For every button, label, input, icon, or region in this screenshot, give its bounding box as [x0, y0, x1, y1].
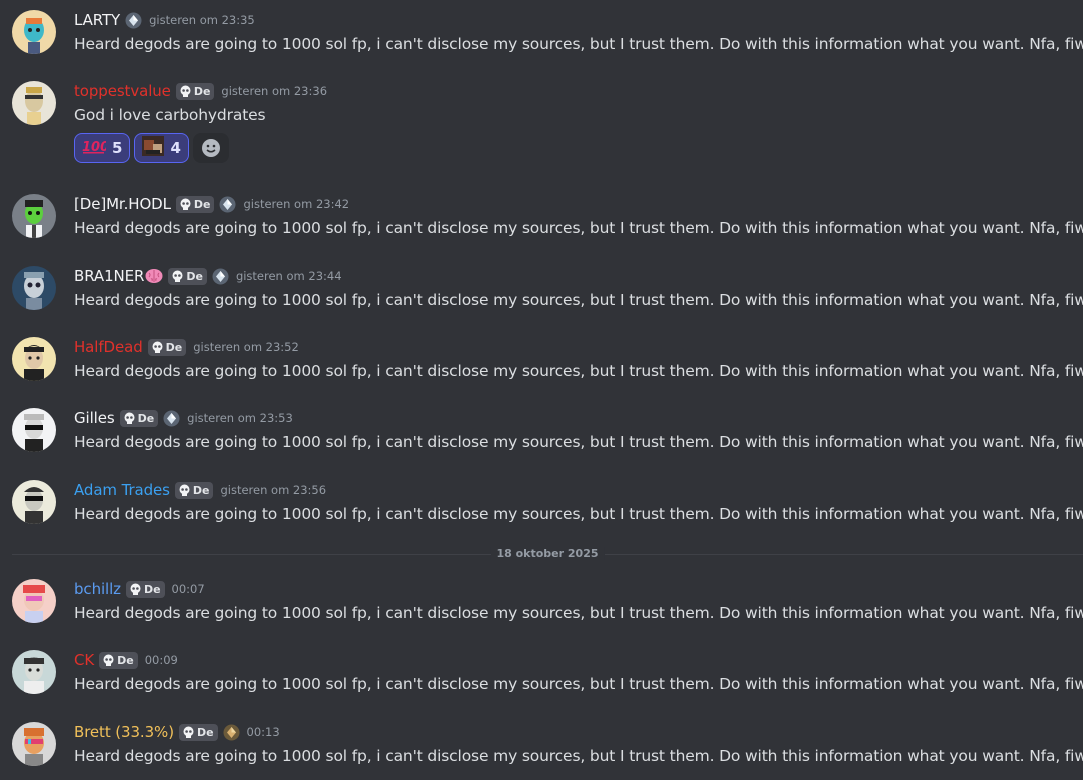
smiley-icon — [201, 139, 220, 157]
message-content: Heard degods are going to 1000 sol fp, i… — [74, 219, 1083, 237]
avatar[interactable] — [12, 337, 56, 381]
message-content: Heard degods are going to 1000 sol fp, i… — [74, 747, 1083, 765]
message-content: Heard degods are going to 1000 sol fp, i… — [74, 291, 1083, 309]
username[interactable]: Adam Trades — [74, 480, 170, 500]
username[interactable]: LARTY — [74, 10, 120, 30]
server-tag[interactable]: De — [178, 723, 218, 741]
skull-icon — [172, 270, 183, 282]
tag-label: De — [193, 84, 211, 98]
avatar[interactable] — [12, 10, 56, 54]
skull-icon — [130, 583, 141, 595]
message-content: God i love carbohydrates — [74, 106, 266, 124]
username[interactable]: bchillz — [74, 579, 121, 599]
message-content: Heard degods are going to 1000 sol fp, i… — [74, 505, 1083, 523]
timestamp[interactable]: 00:07 — [172, 582, 205, 596]
timestamp[interactable]: 00:09 — [145, 653, 178, 667]
avatar[interactable] — [12, 194, 56, 238]
skull-icon — [152, 341, 163, 353]
timestamp[interactable]: gisteren om 23:44 — [236, 269, 342, 283]
message-content: Heard degods are going to 1000 sol fp, i… — [74, 604, 1083, 622]
avatar[interactable] — [12, 266, 56, 310]
server-tag[interactable]: De — [119, 409, 159, 427]
username[interactable]: HalfDead — [74, 337, 143, 357]
custom-image-icon — [142, 136, 165, 160]
timestamp[interactable]: gisteren om 23:35 — [149, 13, 255, 27]
message-content: Heard degods are going to 1000 sol fp, i… — [74, 35, 1083, 53]
reactions-bar: 100 5 4 — [74, 133, 229, 163]
date-divider-label: 18 oktober 2025 — [490, 547, 605, 560]
timestamp[interactable]: gisteren om 23:42 — [243, 197, 349, 211]
message-content: Heard degods are going to 1000 sol fp, i… — [74, 675, 1083, 693]
diamond-badge-icon[interactable] — [163, 410, 180, 427]
tag-label: De — [193, 197, 211, 211]
brain-icon — [145, 268, 163, 284]
username[interactable]: Brett (33.3%) — [74, 722, 174, 742]
gold-diamond-badge-icon[interactable] — [223, 724, 240, 741]
timestamp[interactable]: gisteren om 23:53 — [187, 411, 293, 425]
chat-message-list: LARTY gisteren om 23:35 Heard degods are… — [0, 0, 1083, 780]
tag-label: De — [192, 483, 210, 497]
reaction-100[interactable]: 100 5 — [74, 133, 131, 163]
skull-icon — [180, 198, 191, 210]
message-content: Heard degods are going to 1000 sol fp, i… — [74, 362, 1083, 380]
username[interactable]: toppestvalue — [74, 81, 171, 101]
username[interactable]: CK — [74, 650, 94, 670]
diamond-badge-icon[interactable] — [212, 268, 229, 285]
server-tag[interactable]: De — [175, 195, 215, 213]
avatar[interactable] — [12, 408, 56, 452]
username[interactable]: Gilles — [74, 408, 115, 428]
reaction-custom-image[interactable]: 4 — [134, 133, 189, 163]
avatar[interactable] — [12, 722, 56, 766]
skull-icon — [103, 654, 114, 666]
skull-icon — [183, 726, 194, 738]
tag-label: De — [143, 582, 161, 596]
server-tag[interactable]: De — [99, 651, 138, 669]
server-tag[interactable]: De — [174, 481, 214, 499]
avatar[interactable] — [12, 480, 56, 524]
tag-label: De — [165, 340, 183, 354]
server-tag[interactable]: De — [168, 267, 207, 285]
reaction-count: 5 — [112, 139, 123, 157]
timestamp[interactable]: 00:13 — [247, 725, 280, 739]
reaction-count: 4 — [170, 139, 181, 157]
timestamp[interactable]: gisteren om 23:36 — [221, 84, 327, 98]
username[interactable]: [De]Mr.HODL — [74, 194, 171, 214]
skull-icon — [124, 412, 135, 424]
username[interactable]: BRA1NER — [74, 266, 144, 286]
diamond-badge-icon[interactable] — [125, 12, 142, 29]
server-tag[interactable]: De — [147, 338, 187, 356]
tag-label: De — [196, 725, 214, 739]
tag-label: De — [186, 269, 203, 283]
add-reaction-button[interactable] — [192, 133, 229, 163]
server-tag[interactable]: De — [125, 580, 165, 598]
avatar[interactable] — [12, 81, 56, 125]
message-content: Heard degods are going to 1000 sol fp, i… — [74, 433, 1083, 451]
date-divider: 18 oktober 2025 — [12, 547, 1083, 560]
server-tag[interactable]: De — [175, 82, 215, 100]
skull-icon — [180, 85, 191, 97]
100-icon: 100 — [82, 137, 109, 159]
tag-label: De — [137, 411, 155, 425]
skull-icon — [179, 484, 190, 496]
avatar[interactable] — [12, 579, 56, 623]
timestamp[interactable]: gisteren om 23:56 — [220, 483, 326, 497]
timestamp[interactable]: gisteren om 23:52 — [193, 340, 299, 354]
avatar[interactable] — [12, 650, 56, 694]
diamond-badge-icon[interactable] — [219, 196, 236, 213]
tag-label: De — [117, 653, 134, 667]
